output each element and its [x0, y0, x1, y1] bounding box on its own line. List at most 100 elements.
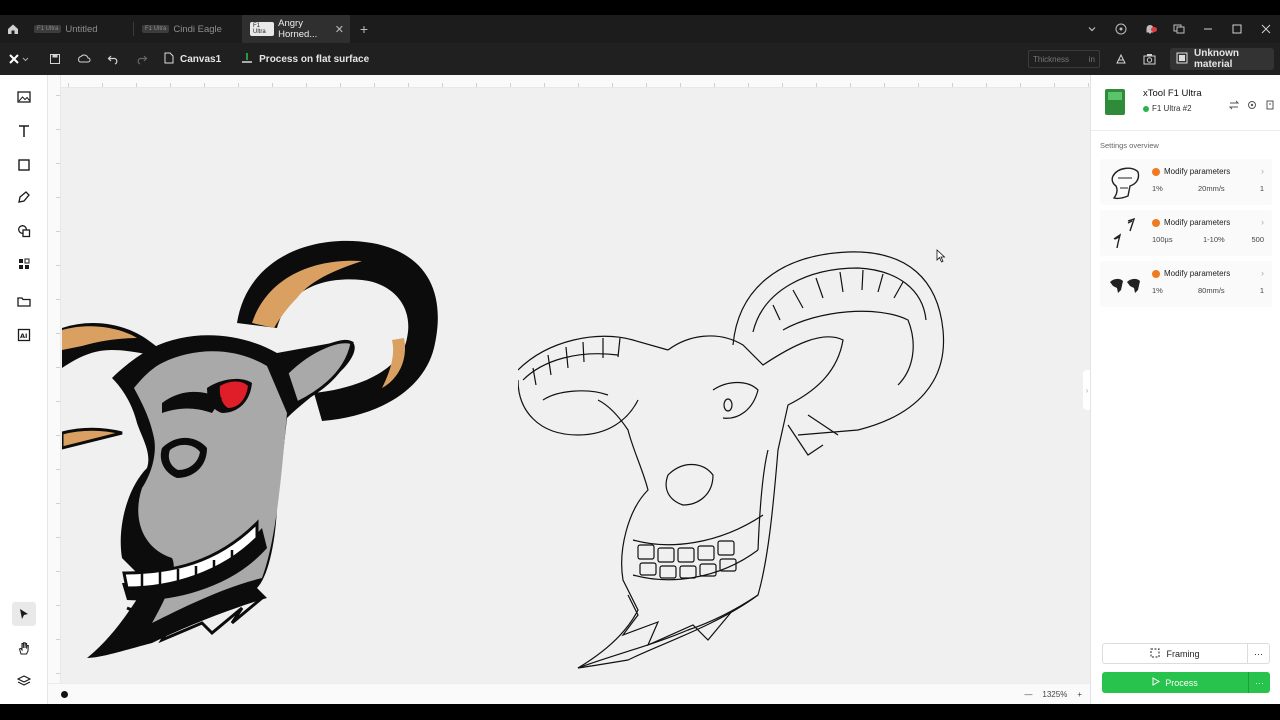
layer-thumbnail	[1110, 278, 1140, 293]
project-icon[interactable]	[12, 289, 36, 313]
home-icon[interactable]	[0, 15, 26, 43]
parameter-card[interactable]: Modify parameters 1% 80mm/s 1 ›	[1100, 261, 1272, 307]
play-icon	[1152, 677, 1161, 688]
canvas-selector[interactable]: Canvas1	[164, 52, 221, 67]
warning-icon	[1152, 269, 1160, 278]
card-passes: 500	[1251, 235, 1264, 244]
close-window-icon[interactable]	[1251, 24, 1280, 34]
warning-icon	[1152, 218, 1160, 227]
framing-button-group: Framing ···	[1102, 643, 1270, 664]
chevron-right-icon: ›	[1261, 217, 1264, 227]
tab-label: Untitled	[65, 23, 98, 35]
select-icon[interactable]	[12, 602, 36, 626]
tab-label: Cindi Eagle	[173, 23, 222, 35]
svg-text:AI: AI	[20, 332, 27, 340]
layer-thumbnail	[1113, 217, 1136, 249]
device-image	[1105, 89, 1125, 115]
tab-label: Angry Horned...	[278, 18, 318, 40]
device-connection-label: F1 Ultra #2	[1152, 104, 1192, 113]
help-icon[interactable]	[1106, 23, 1135, 35]
hand-icon[interactable]	[12, 636, 36, 660]
material-icon	[1176, 52, 1188, 67]
material-label: Unknown material	[1194, 48, 1239, 70]
process-button[interactable]: Process	[1102, 677, 1248, 688]
card-power: 100µs	[1152, 235, 1173, 244]
canvas-label: Canvas1	[180, 53, 222, 65]
new-tab-button[interactable]: +	[350, 21, 378, 37]
thickness-unit: in	[1088, 54, 1095, 64]
tab-badge: F1 Ultra	[142, 25, 170, 33]
zoom-in-icon[interactable]: +	[1077, 690, 1082, 699]
card-title: Modify parameters	[1164, 269, 1231, 278]
text-icon[interactable]	[12, 119, 36, 143]
tab-badge: F1 Ultra	[250, 22, 275, 36]
tab-badge: F1 Ultra	[34, 25, 62, 33]
shape-icon[interactable]	[12, 153, 36, 177]
outline-goat-artwork[interactable]	[518, 250, 948, 670]
messages-icon[interactable]	[1164, 23, 1193, 35]
material-selector[interactable]: Unknown material	[1170, 48, 1274, 70]
ai-icon[interactable]: AI	[12, 323, 36, 347]
camera-icon[interactable]	[1135, 53, 1164, 65]
process-more-icon[interactable]: ···	[1248, 672, 1270, 693]
minimize-icon[interactable]	[1193, 24, 1222, 34]
layers-icon[interactable]	[12, 669, 36, 693]
pen-icon[interactable]	[12, 185, 36, 209]
settings-panel: xTool F1 Ultra F1 Ultra #2 Settings over…	[1090, 75, 1280, 704]
framing-more-icon[interactable]: ···	[1247, 644, 1269, 663]
process-mode-selector[interactable]: Process on flat surface	[241, 52, 369, 67]
status-dot	[61, 690, 68, 698]
xtool-menu-icon[interactable]	[0, 54, 40, 64]
app-window: F1 Ultra Untitled F1 Ultra Cindi Eagle F…	[0, 0, 1280, 720]
tab-cindi-eagle[interactable]: F1 Ultra Cindi Eagle	[134, 15, 242, 43]
connected-dot	[1143, 105, 1149, 112]
process-button-group: Process ···	[1102, 672, 1270, 693]
elements-icon[interactable]	[12, 252, 36, 276]
layer-thumbnail	[1111, 167, 1140, 200]
chevron-down-icon[interactable]	[1077, 24, 1106, 34]
tab-bar: F1 Ultra Untitled F1 Ultra Cindi Eagle F…	[0, 15, 1280, 43]
flat-surface-icon	[241, 52, 253, 67]
zoom-out-icon[interactable]: —	[1024, 690, 1032, 699]
combine-icon[interactable]	[12, 219, 36, 243]
thickness-input[interactable]: Thickness in	[1028, 50, 1100, 68]
warning-icon	[1152, 167, 1160, 176]
cloud-sync-icon[interactable]	[69, 53, 98, 65]
horizontal-ruler	[48, 75, 1090, 88]
device-connection: F1 Ultra #2	[1143, 104, 1192, 113]
chevron-right-icon: ›	[1261, 268, 1264, 278]
card-power: 1%	[1152, 184, 1163, 193]
card-title: Modify parameters	[1164, 167, 1231, 176]
design-canvas[interactable]: — 1325% +	[48, 75, 1090, 704]
measure-icon[interactable]	[1106, 53, 1135, 65]
undo-icon[interactable]	[98, 53, 127, 65]
redo-icon[interactable]	[127, 53, 156, 65]
maximize-icon[interactable]	[1222, 24, 1251, 34]
card-power: 1%	[1152, 286, 1163, 295]
close-tab-icon[interactable]: ✕	[335, 23, 344, 36]
device-card[interactable]: xTool F1 Ultra F1 Ultra #2	[1091, 75, 1280, 131]
tab-untitled[interactable]: F1 Ultra Untitled	[26, 15, 134, 43]
mouse-cursor-icon	[936, 249, 946, 263]
save-icon[interactable]	[40, 53, 69, 65]
parameter-card[interactable]: Modify parameters 1% 20mm/s 1 ›	[1100, 159, 1272, 205]
framing-icon	[1150, 648, 1160, 660]
card-speed: 20mm/s	[1198, 184, 1225, 193]
thickness-placeholder: Thickness	[1033, 54, 1070, 64]
vertical-ruler	[48, 75, 61, 704]
card-title: Modify parameters	[1164, 218, 1231, 227]
device-info-icon[interactable]	[1265, 97, 1275, 115]
colored-goat-artwork[interactable]	[62, 238, 442, 658]
parameter-card[interactable]: Modify parameters 100µs 1-10% 500 ›	[1100, 210, 1272, 256]
switch-device-icon[interactable]	[1228, 97, 1240, 115]
device-name: xTool F1 Ultra	[1143, 88, 1202, 99]
card-passes: 1	[1259, 184, 1264, 193]
notification-icon[interactable]	[1135, 23, 1164, 35]
zoom-level[interactable]: 1325%	[1042, 690, 1067, 699]
device-settings-icon[interactable]	[1247, 97, 1257, 115]
tab-angry-horned[interactable]: F1 Ultra Angry Horned... ✕	[242, 15, 350, 43]
image-icon[interactable]	[12, 85, 36, 109]
process-label: Process	[1165, 677, 1198, 688]
framing-button[interactable]: Framing	[1103, 648, 1247, 660]
process-mode-label: Process on flat surface	[259, 53, 370, 65]
